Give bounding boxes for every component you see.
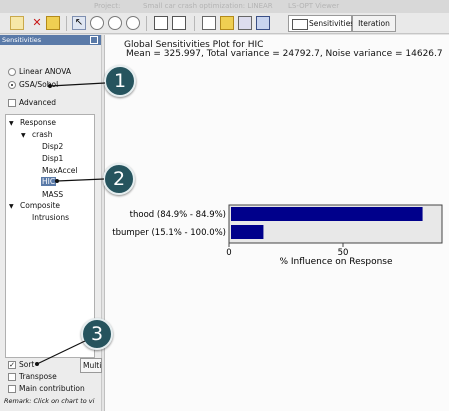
tree-item-mass[interactable]: MASS bbox=[42, 190, 63, 199]
y-tick-label-0: thood (84.9% - 84.9%) bbox=[130, 210, 226, 220]
chart-subtitle: Mean = 325.997, Total variance = 24792.7… bbox=[126, 49, 443, 59]
export-icon[interactable] bbox=[238, 16, 252, 30]
delete-icon[interactable]: ✕ bbox=[30, 16, 44, 30]
expand-composite-icon[interactable]: ▼ bbox=[9, 203, 14, 210]
tab-sensitivities-label: Sensitivities bbox=[309, 19, 355, 28]
transpose-label: Transpose bbox=[19, 372, 57, 381]
fit-view-icon[interactable] bbox=[154, 16, 168, 30]
panel-header: Sensitivities bbox=[0, 35, 101, 45]
tree-item-intrusions[interactable]: Intrusions bbox=[32, 213, 69, 222]
layout-icon[interactable] bbox=[256, 16, 270, 30]
zoom-reset-icon[interactable] bbox=[126, 16, 140, 30]
tree-composite[interactable]: Composite bbox=[20, 201, 60, 210]
window-titlebar: Project: Small car crash optimization: L… bbox=[0, 0, 449, 13]
pointer-tool-icon[interactable]: ↖ bbox=[72, 16, 86, 30]
sensitivity-chart[interactable]: thood (84.9% - 84.9%) tbumper (15.1% - 10… bbox=[104, 196, 449, 268]
main-contribution-checkbox[interactable] bbox=[8, 385, 16, 393]
tab-sensitivities[interactable]: Sensitivities bbox=[288, 15, 355, 32]
advanced-label: Advanced bbox=[19, 98, 57, 107]
x-tick-label-0: 0 bbox=[226, 248, 231, 258]
toolbar: ✕ ↖ Sensitivities Iteration bbox=[0, 13, 449, 34]
radio-linear-anova-label: Linear ANOVA bbox=[19, 67, 71, 76]
tree-response[interactable]: Response bbox=[20, 118, 56, 127]
callout-2: 2 bbox=[103, 163, 135, 195]
sort-checkbox[interactable]: ✓ bbox=[8, 361, 16, 369]
callout-3: 3 bbox=[81, 318, 113, 350]
panel-title: Sensitivities bbox=[2, 36, 42, 44]
response-tree: ▼ Response ▼ crash Disp2 Disp1 MaxAccel … bbox=[5, 114, 95, 358]
project-label: Project: bbox=[94, 2, 121, 10]
advanced-checkbox[interactable] bbox=[8, 99, 16, 107]
zoom-in-icon[interactable] bbox=[90, 16, 104, 30]
zoom-out-icon[interactable] bbox=[108, 16, 122, 30]
sort-label: Sort bbox=[19, 360, 35, 369]
tree-crash[interactable]: crash bbox=[32, 130, 52, 139]
main-contribution-label: Main contribution bbox=[19, 384, 85, 393]
tree-item-disp2[interactable]: Disp2 bbox=[42, 142, 63, 151]
remark-text: Remark: Click on chart to vi bbox=[4, 397, 95, 405]
sensitivities-icon bbox=[292, 19, 308, 30]
center-view-icon[interactable] bbox=[172, 16, 186, 30]
viewer-label: LS-OPT Viewer bbox=[288, 2, 340, 10]
open-folder-icon[interactable] bbox=[46, 16, 60, 30]
tree-item-disp1[interactable]: Disp1 bbox=[42, 154, 63, 163]
window-title: Small car crash optimization: LINEAR bbox=[143, 2, 273, 10]
x-axis-label: % Influence on Response bbox=[279, 257, 392, 267]
expand-response-icon[interactable]: ▼ bbox=[9, 120, 14, 127]
callout-1: 1 bbox=[104, 65, 136, 97]
tab-iteration-label: Iteration bbox=[358, 19, 390, 28]
new-page-icon[interactable] bbox=[10, 16, 24, 30]
tree-item-maxaccel[interactable]: MaxAccel bbox=[42, 166, 77, 175]
tree-item-hic[interactable]: HIC bbox=[41, 177, 57, 186]
bar-0[interactable] bbox=[231, 207, 423, 221]
transpose-checkbox[interactable] bbox=[8, 373, 16, 381]
multi-button[interactable]: Multi bbox=[80, 358, 102, 373]
print-icon[interactable] bbox=[202, 16, 216, 30]
radio-gsa-sobol-label: GSA/Sobol bbox=[19, 80, 59, 89]
bar-1[interactable] bbox=[231, 225, 264, 239]
y-tick-label-1: tbumper (15.1% - 100.0%) bbox=[112, 228, 226, 238]
panel-close-icon[interactable] bbox=[90, 36, 98, 44]
radio-gsa-sobol[interactable] bbox=[8, 81, 16, 89]
expand-crash-icon[interactable]: ▼ bbox=[21, 132, 26, 139]
load-icon[interactable] bbox=[220, 16, 234, 30]
radio-linear-anova[interactable] bbox=[8, 68, 16, 76]
tab-iteration[interactable]: Iteration bbox=[352, 15, 396, 32]
multi-button-label: Multi bbox=[83, 361, 102, 370]
